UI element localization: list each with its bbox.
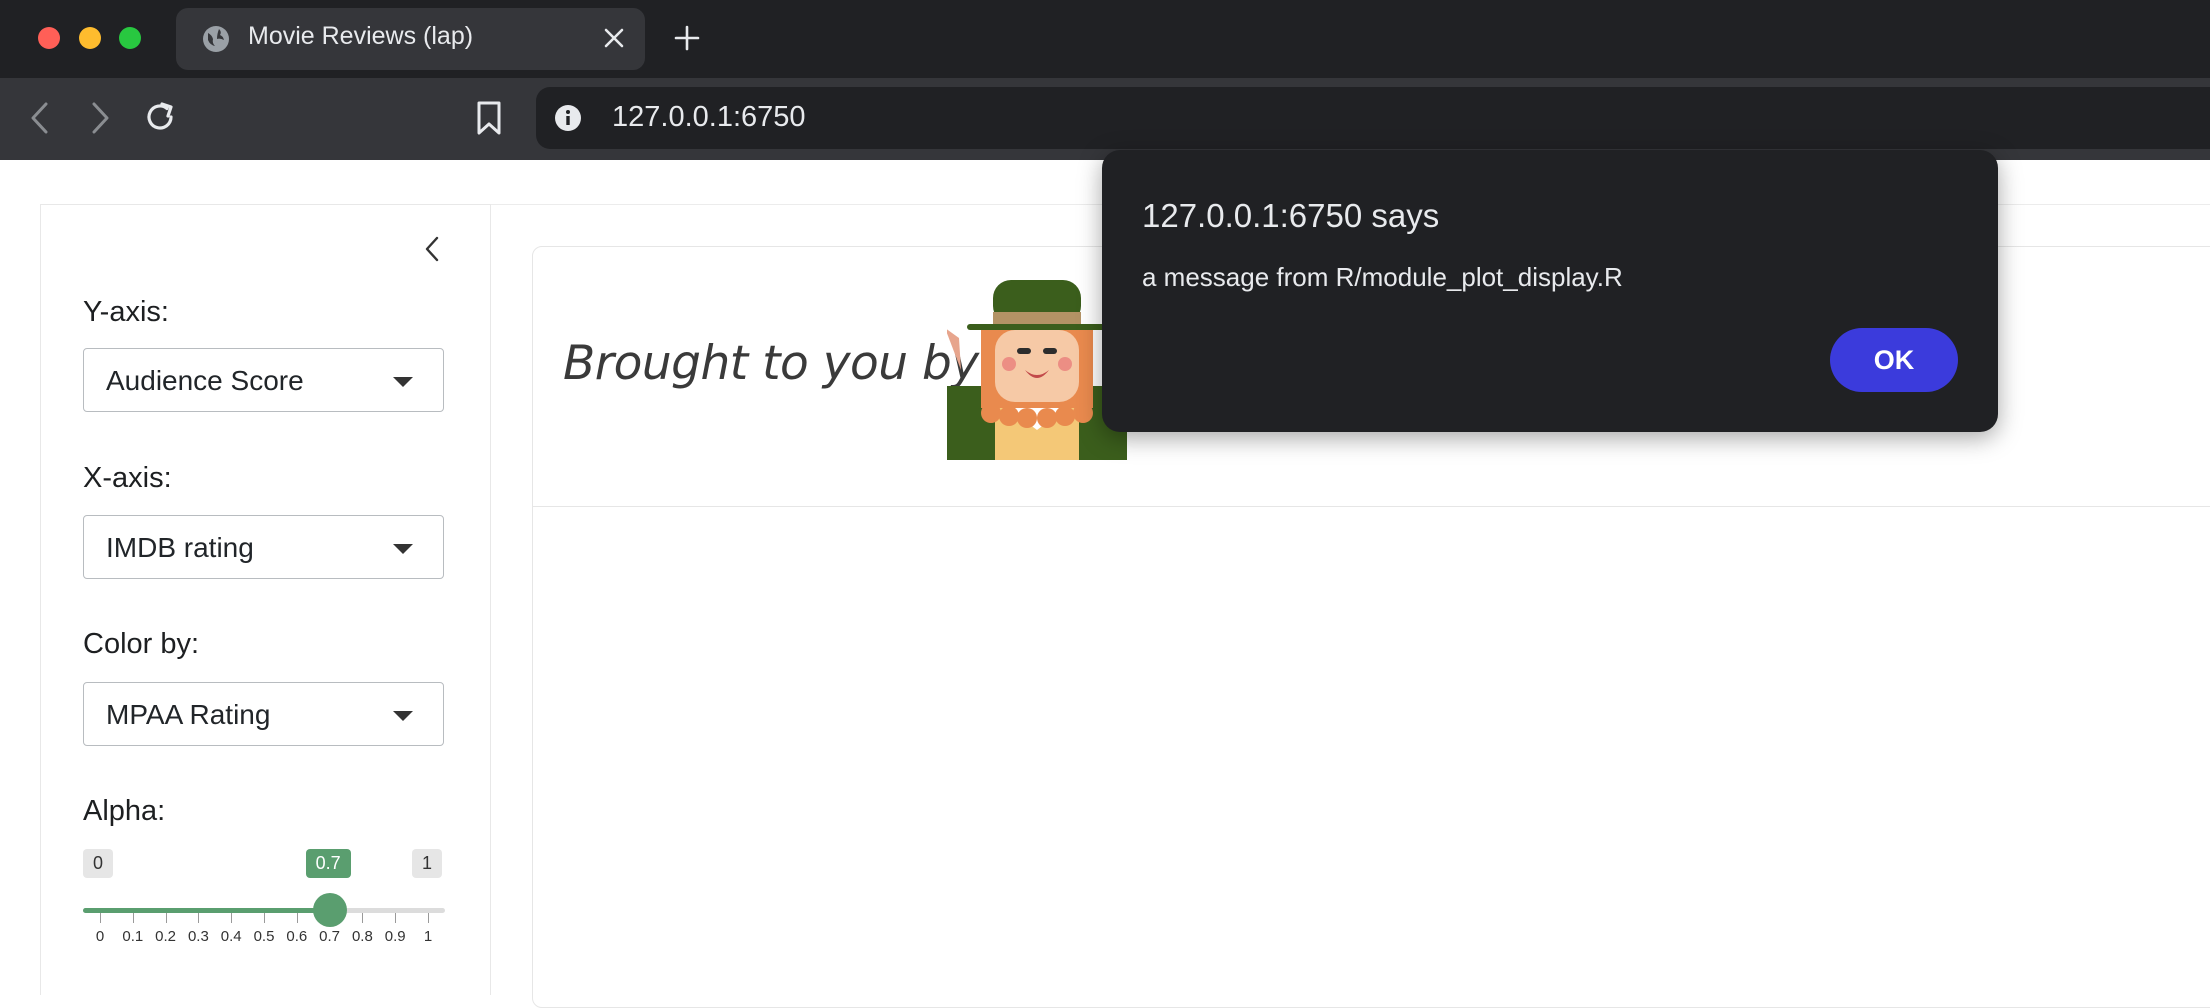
slider-max-badge: 1: [412, 849, 443, 878]
slider-tick-label: 0.2: [155, 928, 177, 945]
slider-handle[interactable]: [312, 893, 347, 927]
close-window-icon[interactable]: [38, 27, 60, 49]
slider-value-badge: 0.7: [305, 849, 351, 878]
slider-tick-mark: [165, 913, 167, 923]
caret-down-icon: [393, 377, 413, 387]
color-by-label: Color by:: [83, 628, 200, 660]
caret-down-icon: [393, 711, 413, 721]
ok-button[interactable]: OK: [1830, 328, 1958, 392]
leprechaun-illustration: [947, 280, 1127, 460]
slider-tick-mark: [296, 913, 298, 923]
color-by-select[interactable]: MPAA Rating: [83, 682, 444, 746]
dialog-title: 127.0.0.1:6750 says: [1142, 197, 1440, 234]
slider-tick-mark: [100, 913, 101, 923]
new-tab-icon[interactable]: [673, 24, 701, 52]
url-text[interactable]: 127.0.0.1:6750: [612, 101, 806, 134]
x-axis-value: IMDB rating: [106, 532, 254, 563]
slider-tick-label: 0.5: [253, 928, 275, 945]
card-divider: [533, 506, 2210, 507]
slider-tick-label: 0: [95, 928, 105, 945]
reload-icon[interactable]: [142, 99, 178, 135]
back-icon[interactable]: [28, 100, 52, 136]
slider-tick-mark: [395, 913, 397, 923]
slider-tick-label: 0.9: [384, 928, 406, 945]
zoom-window-icon[interactable]: [119, 27, 141, 49]
slider-tick-label: 0.7: [319, 928, 341, 945]
slider-tick-mark: [132, 913, 134, 923]
forward-icon[interactable]: [88, 100, 112, 136]
slider-tick-label: 0.3: [187, 928, 209, 945]
slider-tick-mark: [362, 913, 364, 923]
site-info-icon[interactable]: [553, 103, 583, 133]
y-axis-value: Audience Score: [106, 365, 304, 396]
slider-fill: [83, 908, 330, 913]
slider-tick-mark: [428, 913, 429, 923]
minimize-window-icon[interactable]: [79, 27, 101, 49]
tab-title: Movie Reviews (lap): [248, 22, 474, 50]
caret-down-icon: [393, 544, 413, 554]
slider-tick-label: 0.4: [220, 928, 242, 945]
dialog-message: a message from R/module_plot_display.R: [1142, 262, 1623, 292]
chevron-left-icon[interactable]: [420, 234, 444, 264]
slider-min-badge: 0: [83, 849, 114, 878]
slider-tick-mark: [198, 913, 200, 923]
slider-tick-mark: [231, 913, 233, 923]
color-by-value: MPAA Rating: [106, 699, 271, 730]
globe-icon: [203, 26, 229, 52]
x-axis-label: X-axis:: [83, 462, 172, 494]
slider-tick-label: 0.6: [286, 928, 308, 945]
y-axis-label: Y-axis:: [83, 296, 169, 328]
x-axis-select[interactable]: IMDB rating: [83, 515, 444, 579]
slider-tick-mark: [264, 913, 265, 923]
close-tab-icon[interactable]: [603, 27, 625, 49]
slider-tick-label: 1: [423, 928, 433, 945]
alpha-label: Alpha:: [83, 795, 166, 827]
slider-tick-label: 0.1: [122, 928, 144, 945]
y-axis-select[interactable]: Audience Score: [83, 348, 444, 412]
slider-tick-label: 0.8: [351, 928, 373, 945]
brought-by-text: Brought to you by: [563, 336, 979, 391]
bookmark-icon[interactable]: [474, 99, 504, 137]
